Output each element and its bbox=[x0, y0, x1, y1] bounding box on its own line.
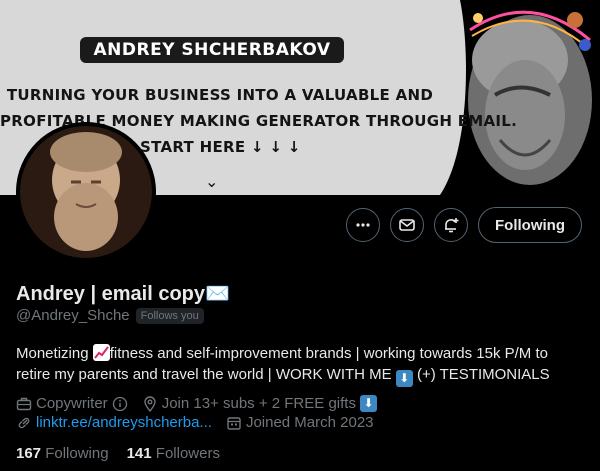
following-label: Following bbox=[45, 445, 109, 462]
banner-name: ANDREY SHCHERBAKOV bbox=[80, 37, 344, 63]
more-icon bbox=[356, 223, 370, 227]
website-link[interactable]: linktr.ee/andreyshcherba... bbox=[36, 414, 212, 431]
followers-label: Followers bbox=[155, 445, 220, 462]
chevron-down-icon: ⌄ bbox=[205, 174, 219, 191]
handle-row: @Andrey_Shche Follows you bbox=[16, 307, 204, 324]
banner-tagline-3: START HERE ↓ ↓ ↓ bbox=[140, 138, 301, 156]
category-text: Copywriter bbox=[36, 395, 108, 412]
profile-meta-row-1: Copywriter Join 13+ subs + 2 FREE gifts … bbox=[16, 395, 391, 412]
profile-meta-row-2: linktr.ee/andreyshcherba... Joined March… bbox=[16, 414, 388, 431]
more-button[interactable] bbox=[346, 208, 381, 242]
message-button[interactable] bbox=[390, 208, 425, 242]
joined-text: Joined March 2023 bbox=[245, 414, 374, 431]
profile-bio: Monetizing fitness and self-improvement … bbox=[16, 343, 586, 387]
location-text: Join 13+ subs + 2 FREE gifts bbox=[161, 395, 356, 412]
info-icon[interactable] bbox=[112, 396, 128, 412]
follow-stats: 167 Following 141 Followers bbox=[16, 445, 220, 462]
location-pin-icon bbox=[143, 395, 156, 412]
briefcase-icon bbox=[16, 397, 32, 410]
avatar[interactable] bbox=[16, 122, 156, 262]
joined-item: Joined March 2023 bbox=[226, 414, 374, 431]
down-arrow-icon: ⬇ bbox=[395, 370, 413, 387]
bell-plus-icon bbox=[445, 218, 459, 233]
envelope-emoji: ✉️ bbox=[205, 283, 230, 305]
down-arrow-icon: ⬇ bbox=[359, 395, 377, 412]
following-button[interactable]: Following bbox=[478, 207, 582, 243]
display-name: Andrey | email copy✉️ bbox=[16, 281, 230, 306]
profile-actions: Following bbox=[346, 207, 582, 243]
calendar-icon bbox=[227, 416, 241, 430]
bio-text-1: Monetizing bbox=[16, 345, 93, 362]
follows-you-badge: Follows you bbox=[135, 307, 204, 324]
banner-tagline-1: TURNING YOUR BUSINESS INTO A VALUABLE AN… bbox=[6, 86, 434, 104]
followers-stat[interactable]: 141 Followers bbox=[127, 445, 220, 462]
statue-image bbox=[468, 10, 592, 185]
notifications-button[interactable] bbox=[434, 208, 469, 242]
mail-icon bbox=[399, 219, 415, 231]
user-handle: @Andrey_Shche bbox=[16, 307, 130, 324]
location-item: Join 13+ subs + 2 FREE gifts ⬇ bbox=[142, 395, 377, 412]
link-icon bbox=[18, 417, 30, 428]
chart-increasing-icon bbox=[92, 344, 110, 361]
category-item: Copywriter bbox=[16, 395, 128, 412]
following-stat[interactable]: 167 Following bbox=[16, 445, 109, 462]
website-item: linktr.ee/andreyshcherba... bbox=[16, 414, 212, 431]
display-name-text: Andrey | email copy bbox=[16, 283, 205, 305]
bio-text-3: (+) TESTIMONIALS bbox=[412, 366, 550, 383]
followers-count: 141 bbox=[126, 445, 152, 462]
following-count: 167 bbox=[16, 445, 42, 462]
